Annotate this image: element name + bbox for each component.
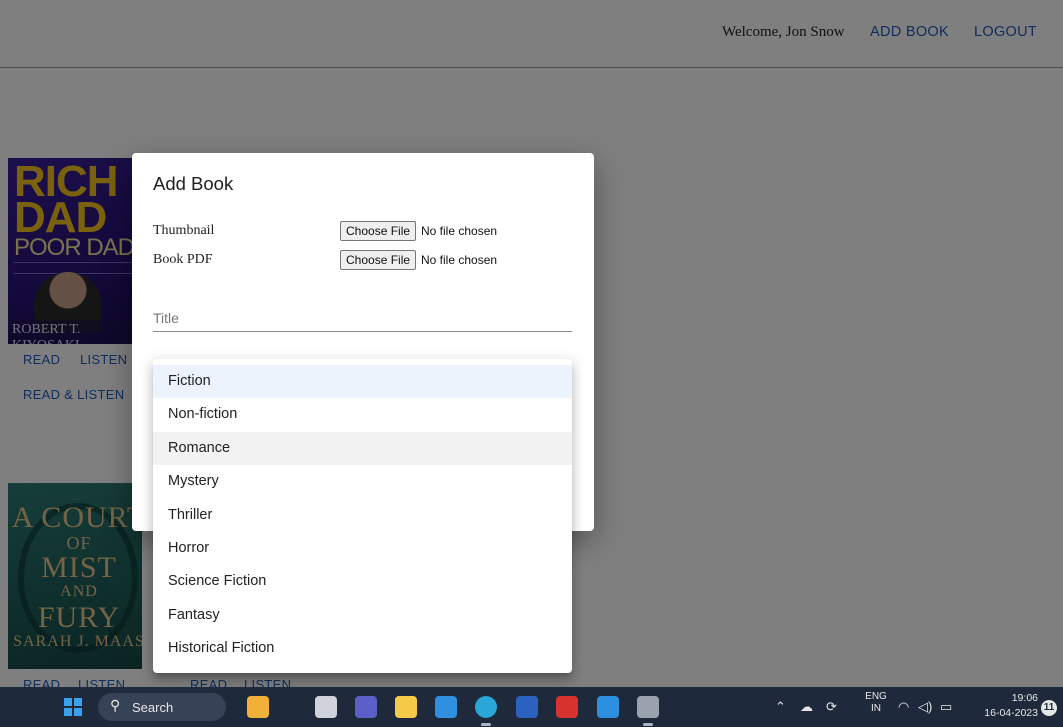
language-indicator[interactable]: ENG IN: [865, 691, 887, 715]
word-icon[interactable]: [516, 696, 538, 718]
vscode-icon[interactable]: [597, 696, 619, 718]
genre-option[interactable]: Science Fiction: [153, 565, 572, 598]
file-explorer-icon[interactable]: [395, 696, 417, 718]
clock[interactable]: 19:06 16-04-2023: [964, 691, 1038, 721]
search-icon: ⚲: [110, 697, 121, 713]
genre-option[interactable]: Thriller: [153, 499, 572, 532]
wps-icon[interactable]: [556, 696, 578, 718]
notification-badge[interactable]: 11: [1041, 700, 1057, 716]
edge-icon[interactable]: [475, 696, 497, 718]
chevron-up-icon[interactable]: ⌃: [775, 699, 786, 715]
wifi-icon[interactable]: ◠: [898, 699, 909, 715]
meet-icon[interactable]: [355, 696, 377, 718]
pdf-file-status: No file chosen: [421, 253, 498, 267]
battery-icon[interactable]: ▭: [940, 699, 952, 715]
genre-option[interactable]: Romance: [153, 431, 572, 466]
sync-icon[interactable]: ⟳: [826, 699, 837, 715]
taskbar-search[interactable]: ⚲ Search: [98, 693, 226, 721]
thumbnail-file-status: No file chosen: [421, 224, 498, 238]
thumbnail-choose-file-button[interactable]: Choose File: [340, 221, 417, 241]
windows-taskbar: ⚲ Search ⌃ ☁ ⟳ ENG IN ◠ ◁) ▭ 19:06 16-04…: [0, 687, 1063, 727]
cloud-icon[interactable]: ☁: [800, 699, 813, 715]
thumbnail-label: Thumbnail: [153, 223, 215, 238]
taskbar-search-label: Search: [132, 700, 174, 715]
mail-icon[interactable]: [435, 696, 457, 718]
title-input[interactable]: [153, 304, 572, 332]
genre-option[interactable]: Non-fiction: [153, 398, 572, 431]
widgets-icon[interactable]: [247, 696, 269, 718]
pdf-label: Book PDF: [153, 252, 213, 267]
windows-start-icon[interactable]: [64, 698, 82, 716]
task-view-icon[interactable]: [315, 696, 337, 718]
pdf-choose-file-button[interactable]: Choose File: [340, 250, 417, 270]
active-app-indicator: [643, 723, 653, 726]
terminal-icon[interactable]: [637, 696, 659, 718]
volume-icon[interactable]: ◁): [918, 699, 932, 715]
active-app-indicator: [481, 723, 491, 726]
genre-option[interactable]: Mystery: [153, 465, 572, 498]
genre-option[interactable]: Fiction: [153, 365, 572, 399]
dialog-title: Add Book: [153, 173, 234, 194]
genre-option[interactable]: Fantasy: [153, 599, 572, 632]
genre-dropdown-menu: Fiction Non-fiction Romance Mystery Thriller…: [153, 359, 572, 673]
genre-option[interactable]: Historical Fiction: [153, 632, 572, 665]
genre-option[interactable]: Horror: [153, 532, 572, 565]
